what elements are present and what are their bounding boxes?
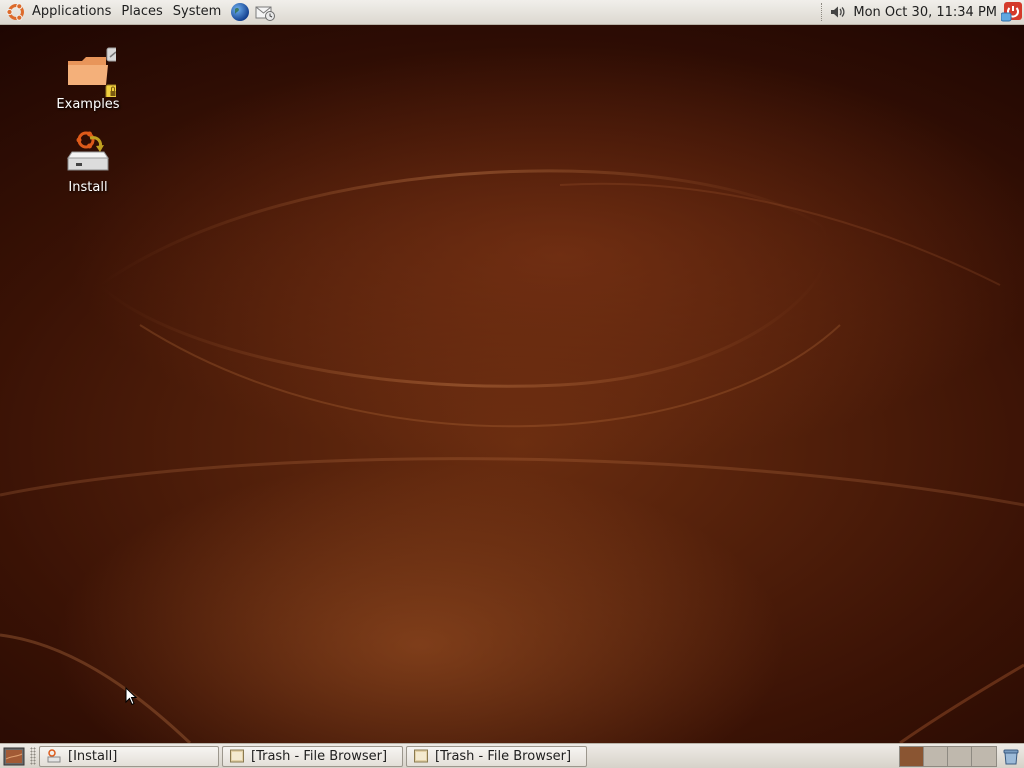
clock[interactable]: Mon Oct 30, 11:34 PM xyxy=(849,5,1001,20)
workspace-4[interactable] xyxy=(972,746,996,766)
install-drive-icon xyxy=(60,128,116,180)
desktop-icon-examples[interactable]: Examples xyxy=(48,45,128,113)
logout-power-icon[interactable] xyxy=(1001,1,1023,23)
speaker-icon[interactable] xyxy=(828,3,846,21)
workspace-2[interactable] xyxy=(924,746,948,766)
file-browser-icon xyxy=(413,748,429,764)
mouse-cursor-icon xyxy=(125,686,138,710)
task-label: [Trash - File Browser] xyxy=(251,748,388,764)
email-client-icon[interactable] xyxy=(254,1,276,23)
desktop-icon-install[interactable]: Install xyxy=(48,128,128,196)
install-window-icon xyxy=(46,748,62,764)
ubuntu-logo-icon[interactable] xyxy=(5,1,27,23)
desktop-icon-label: Install xyxy=(68,180,108,195)
bottom-panel: [Install] [Trash - File Browser] [Trash … xyxy=(0,743,1024,768)
workspace-switcher xyxy=(899,745,997,767)
menu-system[interactable]: System xyxy=(168,0,226,24)
folder-icon xyxy=(60,45,121,100)
menu-applications[interactable]: Applications xyxy=(27,0,116,24)
workspace-3[interactable] xyxy=(948,746,972,766)
trash-icon[interactable] xyxy=(1001,746,1021,766)
task-label: [Install] xyxy=(68,748,118,764)
panel-drag-handle[interactable] xyxy=(30,747,36,765)
task-button-install[interactable]: [Install] xyxy=(39,745,219,767)
web-browser-globe-icon[interactable] xyxy=(229,1,251,23)
desktop-background[interactable] xyxy=(0,25,1024,743)
task-button-trash-2[interactable]: [Trash - File Browser] xyxy=(406,745,587,767)
menu-places[interactable]: Places xyxy=(116,0,167,24)
show-desktop-icon[interactable] xyxy=(2,746,26,767)
desktop-icon-label: Examples xyxy=(56,97,120,112)
top-panel: Applications Places System Mon Oct 30, 1… xyxy=(0,0,1024,25)
top-panel-tray: Mon Oct 30, 11:34 PM xyxy=(821,0,1024,25)
panel-separator xyxy=(821,3,824,21)
task-button-trash-1[interactable]: [Trash - File Browser] xyxy=(222,745,403,767)
workspace-1[interactable] xyxy=(900,746,924,766)
task-label: [Trash - File Browser] xyxy=(435,748,572,764)
wallpaper-swirl xyxy=(0,169,1024,743)
file-browser-icon xyxy=(229,748,245,764)
